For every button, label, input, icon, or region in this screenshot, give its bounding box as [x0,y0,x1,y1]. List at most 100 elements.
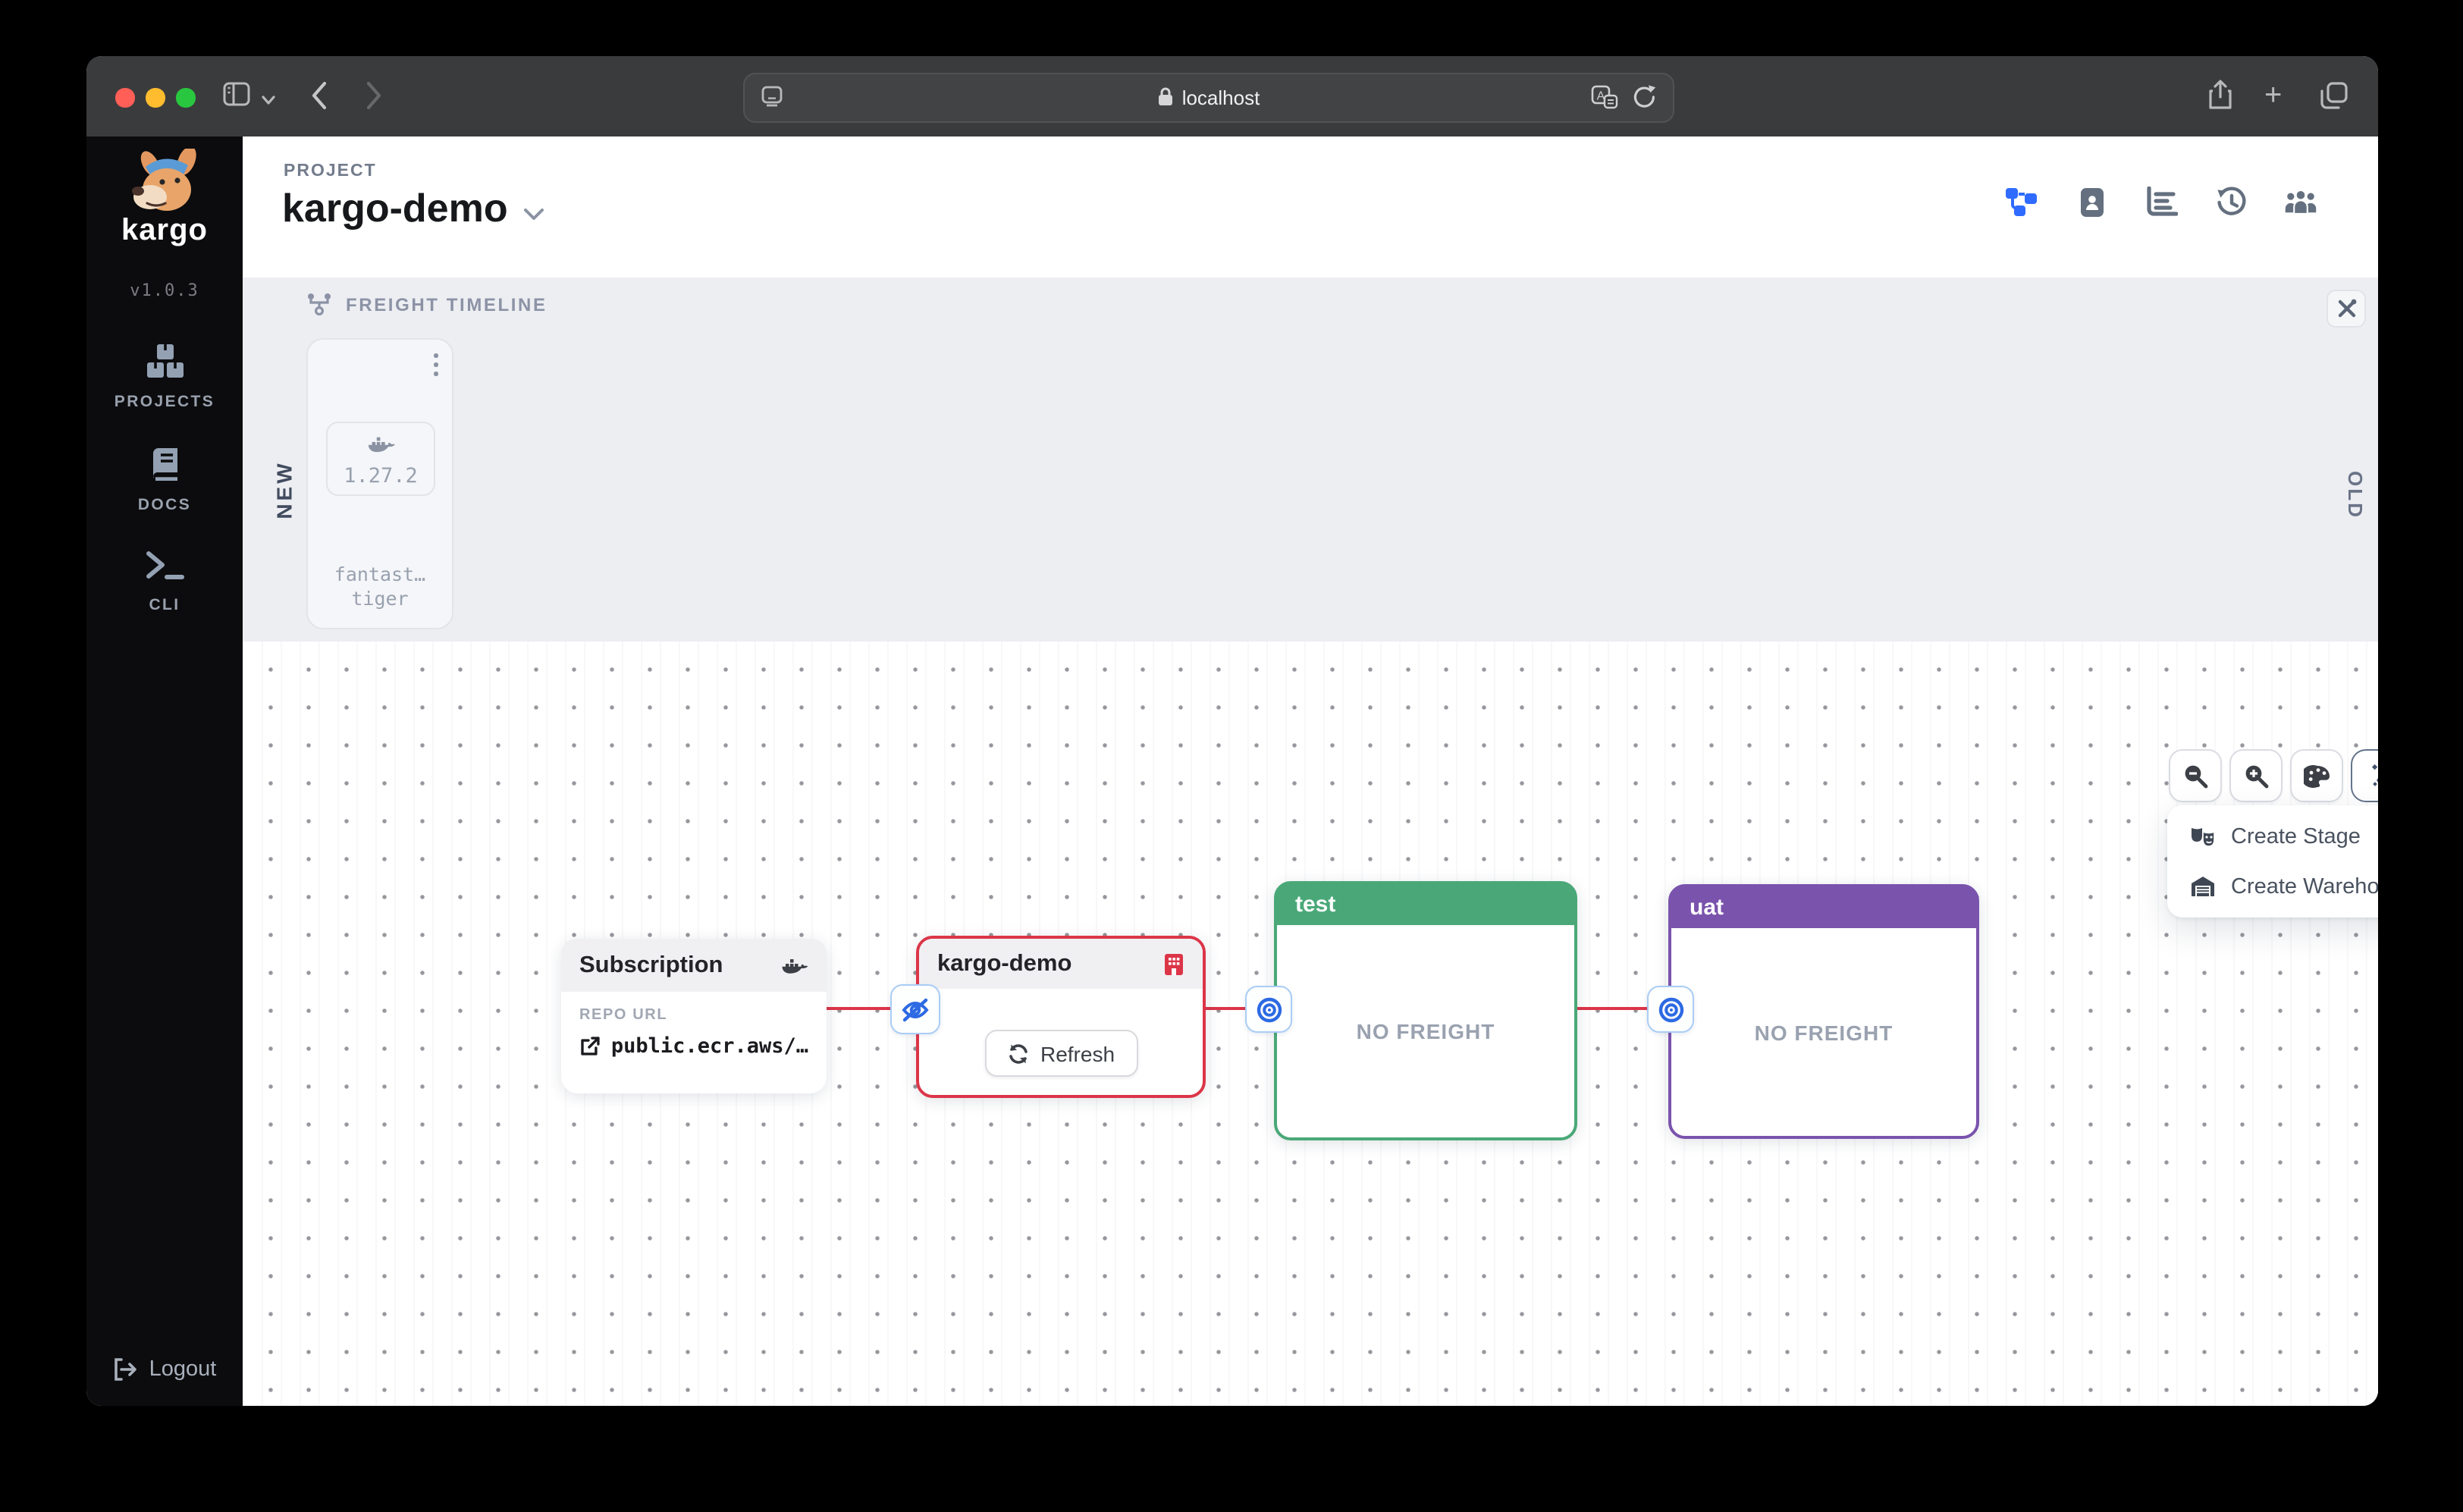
url-display: localhost [745,74,1673,121]
freight-artifact: 1.27.2 [326,422,435,496]
stage-node-test[interactable]: test NO FREIGHT [1274,881,1577,1140]
logout-label: Logout [149,1357,217,1382]
pipeline-icon[interactable] [2005,185,2038,218]
menu-item-label: Create Stage [2231,824,2361,849]
warehouse-red-icon [1165,953,1183,974]
kargo-logo[interactable]: kargo [86,146,243,249]
repo-url-link[interactable]: public.ecr.aws/… [579,1034,808,1059]
freight-item[interactable]: 1.27.2 fantast… tiger [306,338,453,629]
project-header: PROJECT kargo-demo [243,136,2378,278]
create-menu: Create Stage Create Warehouse [2167,805,2378,918]
logout-icon [115,1358,137,1381]
roles-icon[interactable] [2284,185,2317,218]
sidebar-item-label: PROJECTS [114,393,215,411]
warehouse-icon [2192,877,2214,896]
page-title: kargo-demo [282,185,508,231]
sidebar-item-label: DOCS [137,496,192,514]
book-icon [152,448,177,481]
menu-item-create-warehouse[interactable]: Create Warehouse [2167,861,2378,911]
stage-input-target-uat[interactable] [1647,986,1694,1033]
stage-status: NO FREIGHT [1754,1020,1894,1044]
version-label: v1.0.3 [130,281,199,300]
zoom-in-icon [2245,765,2269,789]
tab-overview-icon[interactable] [2319,80,2349,118]
zoom-in-button[interactable] [2229,749,2283,802]
sidebar-toggle-icon[interactable] [223,82,250,114]
zoom-out-icon [2185,765,2208,789]
history-icon[interactable] [2214,185,2248,218]
url-text: localhost [1181,86,1260,109]
pipeline-canvas[interactable]: Create Stage Create Warehouse [243,642,2378,1406]
new-tab-icon[interactable]: + [2264,80,2282,111]
minimize-window-button[interactable] [146,88,165,107]
timeline-old-label: OLD [2344,471,2367,519]
freight-timeline-panel: FREIGHT TIMELINE NEW OLD 1.27.2 fantast…… [243,278,2378,642]
logout-button[interactable]: Logout [86,1357,243,1382]
freight-timeline-header: FREIGHT TIMELINE [306,293,548,317]
project-eyebrow: PROJECT [284,162,377,180]
kargo-wordmark: kargo [121,214,208,247]
reload-icon[interactable] [1632,83,1658,118]
refresh-button[interactable]: Refresh [984,1030,1138,1077]
bullseye-icon [1256,996,1282,1022]
timeline-settings-button[interactable] [2327,290,2366,328]
palette-icon [2303,764,2329,787]
forward-icon[interactable] [366,80,382,118]
header-actions [2005,185,2317,218]
freight-alias: fantast… tiger [334,563,426,610]
bullseye-icon [1658,996,1683,1022]
tab-group-chevron-icon[interactable] [261,86,276,114]
docker-icon [367,437,394,453]
stage-name: test [1295,892,1336,918]
stage-node-uat[interactable]: uat NO FREIGHT [1668,884,1979,1139]
connector-subscription-warehouse [827,1007,895,1010]
sidebar-item-cli[interactable]: CLI [86,549,243,614]
zoom-out-button[interactable] [2169,749,2222,802]
close-window-button[interactable] [115,88,134,107]
fullscreen-window-button[interactable] [176,88,195,107]
app-sidebar: kargo v1.0.3 PROJECTS DOCS CLI Logout [86,136,243,1406]
kargo-mascot-icon [131,146,196,211]
boxes-icon [146,344,183,378]
freight-version: 1.27.2 [344,464,418,488]
freight-timeline-title: FREIGHT TIMELINE [346,294,548,315]
chevron-down-icon [523,185,544,232]
hide-subscriptions-toggle[interactable] [890,984,940,1034]
timeline-icon [308,293,331,316]
screen: localhost A + kargo v1.0.3 PROJECTS DOCS… [0,0,2463,1512]
project-title-dropdown[interactable]: kargo-demo [282,185,544,232]
lock-icon [1158,86,1175,110]
analytics-icon[interactable] [2145,185,2178,218]
browser-window: localhost A + kargo v1.0.3 PROJECTS DOCS… [86,56,2378,1406]
stage-input-target-test[interactable] [1245,986,1292,1033]
masks-icon [2192,827,2215,846]
repo-url-label: REPO URL [579,1007,668,1024]
sidebar-item-docs[interactable]: DOCS [86,446,243,514]
tools-icon [2337,299,2356,318]
translate-icon[interactable]: A [1591,85,1618,117]
credentials-icon[interactable] [2075,185,2108,218]
docker-icon [782,958,808,973]
repo-url-text: public.ecr.aws/… [610,1034,808,1059]
timeline-new-label: NEW [271,460,297,519]
stage-name: uat [1690,895,1724,921]
freight-menu-kebab-icon[interactable] [434,353,438,376]
color-mode-button[interactable] [2290,749,2343,802]
subscription-title: Subscription [579,952,723,977]
connector-test-uat [1571,1007,1650,1010]
back-icon[interactable] [311,80,328,118]
share-icon[interactable] [2207,79,2234,120]
address-bar[interactable]: localhost A [743,73,1674,123]
refresh-icon [1009,1043,1027,1063]
terminal-icon [146,551,184,579]
sidebar-item-projects[interactable]: PROJECTS [86,343,243,411]
menu-item-create-stage[interactable]: Create Stage [2167,811,2378,861]
warehouse-title: kargo-demo [937,950,1072,976]
main-area: PROJECT kargo-demo FREIGHT TIMELINE NEW … [243,136,2378,1406]
refresh-label: Refresh [1040,1041,1115,1065]
create-resource-button[interactable] [2351,749,2378,802]
warehouse-node[interactable]: kargo-demo Refresh [916,936,1206,1098]
subscription-node[interactable]: Subscription REPO URL public.ecr.aws/… [561,939,827,1093]
wand-icon [2371,764,2378,786]
browser-titlebar: localhost A + [86,56,2378,136]
